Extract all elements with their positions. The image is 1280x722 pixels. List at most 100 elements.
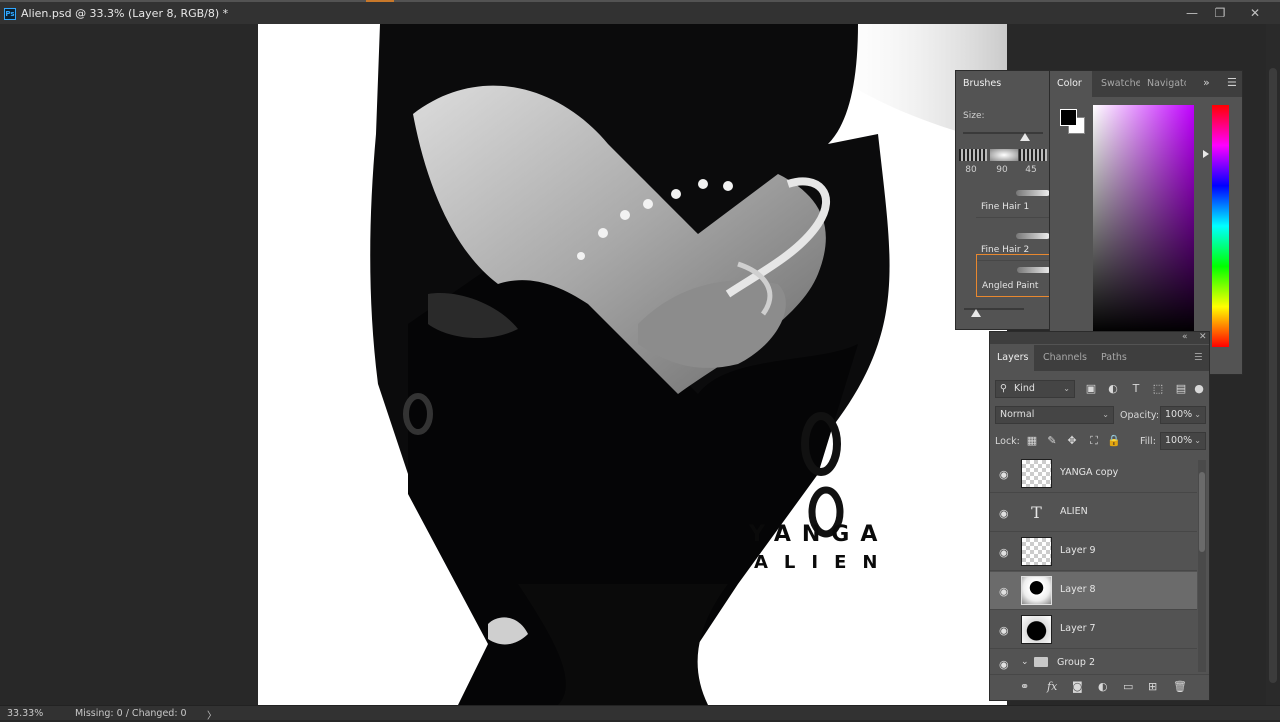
visibility-eye-icon[interactable]: ◉ <box>999 546 1009 559</box>
fill-value: 100% <box>1165 435 1193 446</box>
filter-shape-icon[interactable]: ⬚ <box>1151 382 1165 396</box>
blend-row: Normal ⌄ Opacity: 100% ⌄ <box>995 406 1206 428</box>
workspace-scroll-thumb[interactable] <box>1269 68 1277 683</box>
layers-footer: ⚭ fx ◙ ◐ ▭ ⊞ 🗑 <box>990 674 1209 700</box>
lock-all-icon[interactable]: 🔒 <box>1107 434 1121 448</box>
layer-row-group-2[interactable]: ◉ ⌄ Group 2 <box>990 645 1197 672</box>
brush-item-fine-hair-1[interactable]: Fine Hair 1 <box>976 178 1050 218</box>
document-info: Missing: 0 / Changed: 0 <box>75 708 187 719</box>
layer-name: Layer 7 <box>1060 623 1096 634</box>
tab-navigator[interactable]: Navigator <box>1140 71 1186 97</box>
tab-color[interactable]: Color <box>1050 71 1092 97</box>
poster-title-yanga: YANGA <box>749 522 889 547</box>
tab-channels[interactable]: Channels <box>1036 345 1088 371</box>
minimize-button[interactable]: — <box>1177 4 1207 22</box>
blend-mode-value: Normal <box>1000 409 1035 420</box>
filter-kind-dropdown[interactable]: ⚲ Kind ⌄ <box>995 380 1075 398</box>
filter-type-icon[interactable]: T <box>1129 382 1143 396</box>
layer-row-layer-8[interactable]: ◉ Layer 8 <box>990 572 1197 610</box>
tab-layers[interactable]: Layers <box>990 345 1034 371</box>
layer-filter-row: ⚲ Kind ⌄ ▣ ◐ T ⬚ ▤ ● <box>995 380 1204 402</box>
brush-tip-size: 90 <box>996 165 1008 175</box>
document-canvas[interactable]: YANGA ALIEN <box>258 24 1007 705</box>
layer-thumbnail <box>1021 615 1052 644</box>
filter-adjustment-icon[interactable]: ◐ <box>1106 382 1120 396</box>
brushes-panel: Brushes Size: 80 90 45 Fine Hair 1 Fine … <box>955 70 1051 330</box>
filter-toggle-icon[interactable]: ● <box>1192 382 1206 396</box>
brush-item-angled-paint[interactable]: Angled Paint <box>976 254 1051 297</box>
tab-swatches[interactable]: Swatches <box>1094 71 1140 97</box>
hue-slider[interactable] <box>1212 105 1229 347</box>
delete-layer-trash-icon[interactable]: 🗑 <box>1173 680 1187 693</box>
visibility-eye-icon[interactable]: ◉ <box>999 658 1009 671</box>
layer-row-yanga-copy[interactable]: ◉ YANGA copy <box>990 455 1197 493</box>
layers-panel-header: « ✕ <box>990 332 1209 344</box>
brush-item-label: Angled Paint <box>982 281 1039 291</box>
brush-tip-preview[interactable] <box>990 149 1018 161</box>
layer-row-layer-9[interactable]: ◉ Layer 9 <box>990 533 1197 571</box>
visibility-eye-icon[interactable]: ◉ <box>999 468 1009 481</box>
tab-brushes[interactable]: Brushes <box>956 71 1051 97</box>
workspace-scrollbar[interactable] <box>1266 24 1280 705</box>
color-panel: Color Swatches Navigator » ☰ <box>1049 70 1243 375</box>
document-title: Alien.psd @ 33.3% (Layer 8, RGB/8) * <box>21 7 229 20</box>
new-adjustment-layer-icon[interactable]: ◐ <box>1098 680 1108 693</box>
filter-smart-object-icon[interactable]: ▤ <box>1174 382 1188 396</box>
blend-mode-dropdown[interactable]: Normal ⌄ <box>995 406 1114 424</box>
brush-preview-slider-handle[interactable] <box>971 309 981 317</box>
zoom-level[interactable]: 33.33% <box>7 708 43 719</box>
visibility-eye-icon[interactable]: ◉ <box>999 585 1009 598</box>
poster-title-alien: ALIEN <box>754 552 894 573</box>
filter-pixel-icon[interactable]: ▣ <box>1084 382 1098 396</box>
photoshop-app-icon: Ps <box>4 8 16 20</box>
tab-paths[interactable]: Paths <box>1094 345 1134 371</box>
link-layers-icon[interactable]: ⚭ <box>1020 680 1029 693</box>
collapse-panel-icon[interactable]: « <box>1182 332 1188 342</box>
new-group-folder-icon[interactable]: ▭ <box>1123 680 1133 693</box>
brush-size-label: Size: <box>963 111 985 121</box>
close-panel-icon[interactable]: ✕ <box>1199 332 1207 342</box>
brush-size-slider[interactable] <box>963 132 1043 134</box>
title-accent <box>366 0 394 2</box>
opacity-input[interactable]: 100% ⌄ <box>1160 406 1206 424</box>
visibility-eye-icon[interactable]: ◉ <box>999 507 1009 520</box>
expand-panels-icon[interactable]: » <box>1203 76 1210 89</box>
layer-style-fx-icon[interactable]: fx <box>1047 680 1057 693</box>
lock-position-icon[interactable]: ✥ <box>1065 434 1079 448</box>
layer-name: YANGA copy <box>1060 467 1119 478</box>
search-icon: ⚲ <box>1000 383 1007 394</box>
panel-menu-icon[interactable]: ☰ <box>1190 345 1210 371</box>
brush-item-label: Fine Hair 1 <box>981 202 1030 212</box>
panel-menu-icon[interactable]: ☰ <box>1227 76 1237 89</box>
visibility-eye-icon[interactable]: ◉ <box>999 624 1009 637</box>
restore-button[interactable]: ❐ <box>1205 4 1235 22</box>
chevron-down-icon: ⌄ <box>1194 436 1201 445</box>
close-window-button[interactable]: ✕ <box>1240 4 1270 22</box>
layer-name: ALIEN <box>1060 506 1088 517</box>
layer-row-alien[interactable]: ◉ T ALIEN <box>990 494 1197 532</box>
brushes-tabstrip: Brushes <box>956 71 1051 97</box>
brush-size-slider-handle[interactable] <box>1020 133 1030 141</box>
chevron-down-icon[interactable]: ⌄ <box>1021 657 1029 667</box>
foreground-color-swatch[interactable] <box>1060 109 1077 126</box>
new-layer-icon[interactable]: ⊞ <box>1148 680 1157 693</box>
lock-image-pixels-icon[interactable]: ✎ <box>1045 434 1059 448</box>
layer-name: Group 2 <box>1057 657 1095 668</box>
chevron-down-icon: ⌄ <box>1063 384 1070 393</box>
add-mask-icon[interactable]: ◙ <box>1072 680 1083 693</box>
layers-scroll-thumb[interactable] <box>1199 472 1205 552</box>
brush-tip-preview[interactable] <box>1019 149 1047 161</box>
lock-artboard-icon[interactable]: ⛶ <box>1087 434 1101 448</box>
fill-input[interactable]: 100% ⌄ <box>1160 432 1206 450</box>
layer-row-layer-7[interactable]: ◉ Layer 7 <box>990 611 1197 649</box>
lock-transparent-pixels-icon[interactable]: ▦ <box>1025 434 1039 448</box>
hue-slider-marker[interactable] <box>1203 150 1209 158</box>
status-bar: 33.33% Missing: 0 / Changed: 0 〉 <box>0 705 1280 722</box>
layer-thumbnail <box>1021 576 1052 605</box>
color-picker-field[interactable] <box>1093 105 1194 333</box>
layers-scrollbar[interactable] <box>1198 460 1206 672</box>
brush-stroke-preview <box>1016 190 1050 196</box>
layer-thumbnail <box>1021 459 1052 488</box>
brush-tip-preview[interactable] <box>959 149 987 161</box>
text-layer-icon: T <box>1031 503 1042 522</box>
